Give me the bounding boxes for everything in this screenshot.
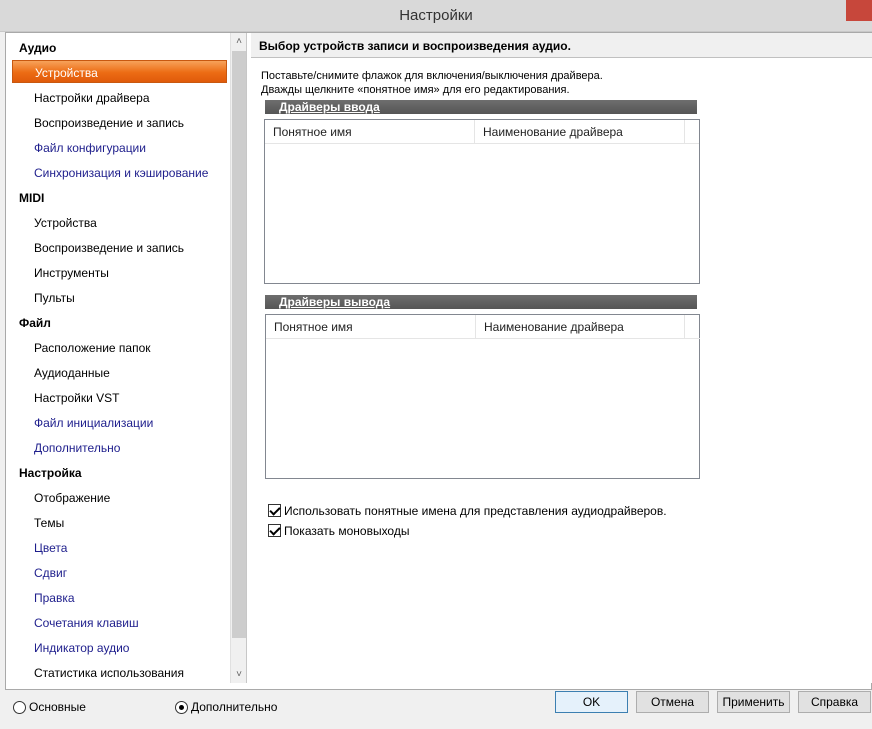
friendly-names-checkbox[interactable] <box>268 504 281 517</box>
scrollbar-thumb[interactable] <box>232 51 246 638</box>
input-drivers-title: Драйверы ввода <box>279 100 380 114</box>
category-customization[interactable]: Настройка <box>19 466 82 480</box>
instruction-line-2: Дважды щелкните «понятное имя» для его р… <box>261 84 570 96</box>
ok-button[interactable]: OK <box>555 691 628 713</box>
column-friendly-name[interactable]: Понятное имя <box>266 315 476 339</box>
sidebar-item-themes[interactable]: Темы <box>34 516 64 530</box>
help-button[interactable]: Справка <box>798 691 871 713</box>
friendly-names-label: Использовать понятные имена для представ… <box>284 504 667 518</box>
close-button[interactable] <box>846 0 872 21</box>
sidebar-scrollbar[interactable]: ˄ ˅ <box>230 33 246 683</box>
friendly-names-option[interactable]: Использовать понятные имена для представ… <box>268 504 667 518</box>
sidebar-item-midi-devices[interactable]: Устройства <box>34 216 97 230</box>
output-drivers-list[interactable]: Понятное имя Наименование драйвера <box>265 314 700 479</box>
sidebar-item-shortcuts[interactable]: Сочетания клавиш <box>34 616 139 630</box>
basic-mode-label: Основные <box>29 700 86 714</box>
advanced-mode-radio[interactable] <box>175 701 188 714</box>
sidebar-item-init-file[interactable]: Файл инициализации <box>34 416 153 430</box>
column-driver-name[interactable]: Наименование драйвера <box>476 315 685 339</box>
output-drivers-title: Драйверы вывода <box>279 295 391 309</box>
sidebar-item-audio-devices[interactable]: Устройства <box>12 60 227 83</box>
sidebar-item-nudge[interactable]: Сдвиг <box>34 566 67 580</box>
category-audio[interactable]: Аудио <box>19 41 56 55</box>
sidebar-item-instruments[interactable]: Инструменты <box>34 266 109 280</box>
basic-mode-option[interactable]: Основные <box>13 700 86 714</box>
sidebar-item-folder-locations[interactable]: Расположение папок <box>34 341 151 355</box>
window-title: Настройки <box>399 7 473 24</box>
sidebar-item-editing[interactable]: Правка <box>34 591 75 605</box>
sidebar-item-vst-settings[interactable]: Настройки VST <box>34 391 120 405</box>
cancel-button[interactable]: Отмена <box>636 691 709 713</box>
chevron-up-icon[interactable]: ˄ <box>231 33 246 50</box>
sidebar-item-config-file[interactable]: Файл конфигурации <box>34 141 146 155</box>
column-driver-name[interactable]: Наименование драйвера <box>475 120 685 144</box>
sidebar-item-audio-meter[interactable]: Индикатор аудио <box>34 641 129 655</box>
show-mono-option[interactable]: Показать моновыходы <box>268 524 409 538</box>
input-list-header: Понятное имя Наименование драйвера <box>265 120 699 144</box>
show-mono-checkbox[interactable] <box>268 524 281 537</box>
sidebar-item-audio-playback-record[interactable]: Воспроизведение и запись <box>34 116 184 130</box>
sidebar-item-driver-settings[interactable]: Настройки драйвера <box>34 91 150 105</box>
show-mono-label: Показать моновыходы <box>284 524 410 538</box>
output-drivers-header: Драйверы вывода <box>265 295 697 309</box>
category-midi[interactable]: MIDI <box>19 191 44 205</box>
column-friendly-name[interactable]: Понятное имя <box>265 120 475 144</box>
input-drivers-list[interactable]: Понятное имя Наименование драйвера <box>264 119 700 284</box>
sidebar: Аудио Устройства Настройки драйвера Восп… <box>6 33 247 683</box>
title-bar: Настройки <box>0 0 872 32</box>
sidebar-item-midi-playback-record[interactable]: Воспроизведение и запись <box>34 241 184 255</box>
sidebar-item-advanced[interactable]: Дополнительно <box>34 441 120 455</box>
output-list-header: Понятное имя Наименование драйвера <box>266 315 700 339</box>
sidebar-item-display[interactable]: Отображение <box>34 491 110 505</box>
settings-panel: Выбор устройств записи и воспроизведения… <box>251 33 872 683</box>
instruction-line-1: Поставьте/снимите флажок для включения/в… <box>261 70 603 82</box>
advanced-mode-option[interactable]: Дополнительно <box>175 700 277 714</box>
dialog-footer: Основные Дополнительно OK Отмена Примени… <box>0 690 872 729</box>
sidebar-item-usage-stats[interactable]: Статистика использования <box>34 666 184 680</box>
sidebar-item-controllers[interactable]: Пульты <box>34 291 75 305</box>
sidebar-item-sync-caching[interactable]: Синхронизация и кэширование <box>34 166 208 180</box>
panel-title: Выбор устройств записи и воспроизведения… <box>251 33 872 58</box>
input-drivers-header: Драйверы ввода <box>265 100 697 114</box>
basic-mode-radio[interactable] <box>13 701 26 714</box>
advanced-mode-label: Дополнительно <box>191 700 278 714</box>
apply-button[interactable]: Применить <box>717 691 790 713</box>
category-file[interactable]: Файл <box>19 316 51 330</box>
chevron-down-icon[interactable]: ˅ <box>231 666 246 683</box>
sidebar-item-colors[interactable]: Цвета <box>34 541 67 555</box>
sidebar-item-audio-data[interactable]: Аудиоданные <box>34 366 110 380</box>
